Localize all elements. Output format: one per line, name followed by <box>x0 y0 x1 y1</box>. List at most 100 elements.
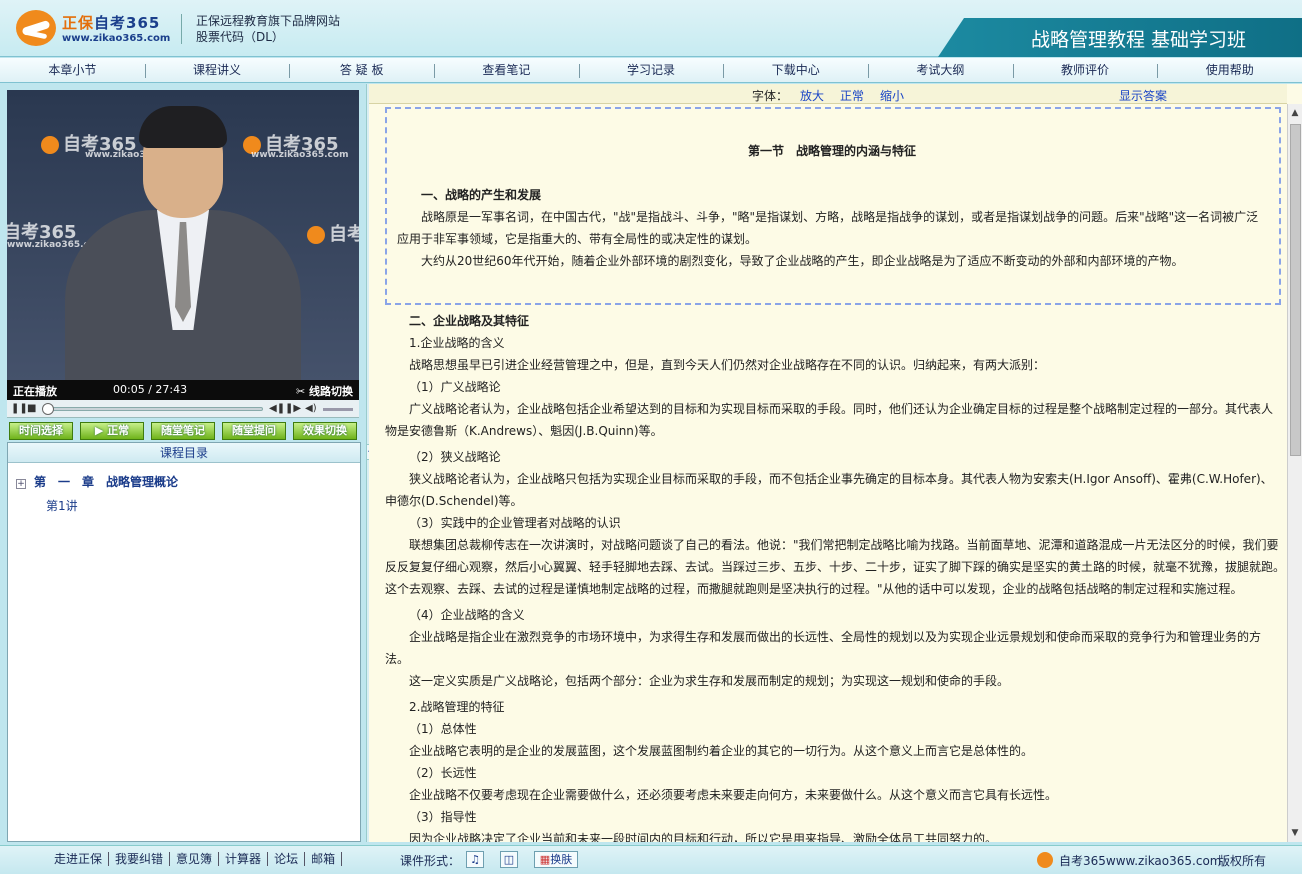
paragraph: 战略思想虽早已引进企业经营管理之中，但是，直到今天人们仍然对企业战略存在不同的认… <box>409 358 1046 372</box>
expand-icon[interactable]: + <box>16 479 26 489</box>
site-url[interactable]: 自考365www.zikao365.com <box>1059 852 1221 869</box>
layout-mode-icon[interactable]: ◫ <box>500 851 518 868</box>
left-panel: 自考365 自考365 自考365 自考365 www.zikao365.com… <box>7 90 361 842</box>
heading-1: 一、战略的产生和发展 <box>421 188 542 202</box>
seek-bar[interactable] <box>45 407 263 411</box>
font-label: 字体： <box>752 89 789 103</box>
font-shrink-link[interactable]: 缩小 <box>880 87 904 104</box>
switch-line-button[interactable]: ✂ 线路切换 <box>296 383 353 399</box>
main-nav: 本章小节 课程讲义 答 疑 板 查看笔记 学习记录 下载中心 考试大纲 教师评价… <box>0 58 1302 83</box>
scroll-thumb[interactable] <box>1290 124 1301 456</box>
paragraph: 法。 <box>385 652 410 666</box>
footer-link-mail[interactable]: 邮箱 <box>304 852 343 866</box>
paragraph: 因为企业战略决定了企业当前和未来一段时间内的目标和行动，所以它是用来指导、激励全… <box>409 832 998 842</box>
paragraph: 大约从20世纪60年代开始，随着企业外部环境的剧烈变化，导致了企业战略的产生，即… <box>421 254 1184 268</box>
show-answer-link[interactable]: 显示答案 <box>1119 87 1167 104</box>
footer: 走进正保 我要纠错 意见簿 计算器 论坛 邮箱 课件形式： ♫ ◫ ▦换肤 自考… <box>0 845 1302 874</box>
video-watermark-url: www.zikao365.com <box>251 150 349 160</box>
section-title: 第一节 战略管理的内涵与特征 <box>748 144 917 158</box>
presenter-hair <box>139 106 227 148</box>
font-normal-link[interactable]: 正常 <box>840 87 864 104</box>
footer-link-feedback[interactable]: 意见簿 <box>169 852 218 866</box>
rewind-icon[interactable]: ◀❚ <box>269 403 285 414</box>
nav-lecture-notes[interactable]: 课程讲义 <box>144 58 290 82</box>
nav-download-center[interactable]: 下载中心 <box>723 58 868 82</box>
paragraph: 企业战略它表明的是企业的发展蓝图，这个发展蓝图制约着企业的其它的一切行为。从这个… <box>409 744 1034 758</box>
pause-icon[interactable]: ❚❚ <box>11 403 28 414</box>
copyright: 版权所有 <box>1218 854 1267 868</box>
player-buttons: 时间选择 ▶ 正常 随堂笔记 随堂提问 效果切换 <box>7 420 359 442</box>
video-watermark: 自考365 <box>307 220 359 246</box>
footer-link-report-error[interactable]: 我要纠错 <box>108 852 169 866</box>
effect-switch-button[interactable]: 效果切换 <box>293 422 357 440</box>
subheading: 2.战略管理的特征 <box>409 700 505 714</box>
course-title: 战略管理教程 基础学习班 <box>1030 29 1246 51</box>
lecture-content: 字体： 放大 正常 缩小 显示答案 第一节 战略管理的内涵与特征 一、战略的产生… <box>369 84 1302 842</box>
class-notes-button[interactable]: 随堂笔记 <box>151 422 215 440</box>
nav-qa-board[interactable]: 答 疑 板 <box>289 58 434 82</box>
playback-status: 正在播放 <box>13 385 57 398</box>
forward-icon[interactable]: ❚▶ <box>285 403 301 414</box>
paragraph: 这一定义实质是广义战略论，包括两个部分：企业为求生存和发展而制定的规划；为实现这… <box>409 674 1010 688</box>
subheading: （3）实践中的企业管理者对战略的认识 <box>409 516 621 530</box>
change-skin-button[interactable]: ▦换肤 <box>534 851 578 868</box>
time-select-button[interactable]: 时间选择 <box>9 422 73 440</box>
watermark-logo-icon <box>307 226 325 244</box>
footer-link-about[interactable]: 走进正保 <box>54 852 108 866</box>
courseware-form-label: 课件形式： <box>400 854 461 868</box>
playback-time: 00:05 / 27:43 <box>113 383 188 396</box>
content-scrollbar[interactable]: ▲ ▼ <box>1287 104 1302 842</box>
video-controls: ❚❚ ■ ◀❚ ❚▶ ◀) <box>7 400 359 418</box>
normal-speed-button[interactable]: ▶ 正常 <box>80 422 144 440</box>
logo-icon <box>16 10 56 46</box>
subheading: （4）企业战略的含义 <box>409 608 525 622</box>
video-status-bar: 正在播放 00:05 / 27:43 ✂ 线路切换 <box>7 380 359 400</box>
paragraph: 企业战略是指企业在激烈竞争的市场环境中，为求得生存和发展而做出的长远性、全局性的… <box>409 630 1262 644</box>
paragraph: 狭义战略论者认为，企业战略只包括为实现企业目标而采取的手段，而不包括企业事先确定… <box>409 472 1273 486</box>
scroll-up-icon[interactable]: ▲ <box>1290 106 1300 120</box>
footer-links: 走进正保 我要纠错 意见簿 计算器 论坛 邮箱 <box>54 852 343 866</box>
lecture-item[interactable]: 第1讲 <box>46 497 78 514</box>
paragraph: 申德尔(D.Schendel)等。 <box>385 494 523 508</box>
subheading: （2）长远性 <box>409 766 477 780</box>
nav-help[interactable]: 使用帮助 <box>1157 58 1302 82</box>
nav-chapter-summary[interactable]: 本章小节 <box>0 58 145 82</box>
logo-text: 正保自考365 <box>62 14 161 32</box>
catalog-title: 课程目录 <box>8 443 360 463</box>
header-divider <box>181 14 182 44</box>
watermark-logo-icon <box>41 136 59 154</box>
paragraph: 物是安德鲁斯（K.Andrews）、魁因(J.B.Quinn)等。 <box>385 424 663 438</box>
paragraph: 应用于非军事领域，它是指重大的、带有全局性的或决定性的谋划。 <box>397 232 758 246</box>
video-player[interactable]: 自考365 自考365 自考365 自考365 www.zikao365.com… <box>7 90 359 380</box>
heading-2: 二、企业战略及其特征 <box>409 314 530 328</box>
stock-code: 股票代码（DL） <box>196 30 284 44</box>
subheading: （2）狭义战略论 <box>409 450 501 464</box>
site-logo-icon <box>1037 852 1053 868</box>
lecture-text: 第一节 战略管理的内涵与特征 一、战略的产生和发展 战略原是一军事名词，在中国古… <box>369 104 1287 842</box>
nav-study-records[interactable]: 学习记录 <box>578 58 724 82</box>
volume-slider[interactable] <box>323 408 353 411</box>
audio-mode-icon[interactable]: ♫ <box>466 851 484 868</box>
chapter-item[interactable]: + 第 一 章 战略管理概论 <box>16 473 178 490</box>
font-toolbar: 字体： 放大 正常 缩小 显示答案 <box>369 84 1287 104</box>
nav-teacher-review[interactable]: 教师评价 <box>1012 58 1158 82</box>
subheading: （3）指导性 <box>409 810 477 824</box>
paragraph: 反反复复仔细心观察，然后小心翼翼、轻手轻脚地去踩、去试。当踩过三步、五步、十步、… <box>385 560 1286 574</box>
nav-view-notes[interactable]: 查看笔记 <box>434 58 579 82</box>
volume-icon[interactable]: ◀) <box>305 403 317 414</box>
subheading: 1.企业战略的含义 <box>409 336 505 350</box>
nav-exam-outline[interactable]: 考试大纲 <box>868 58 1013 82</box>
seek-handle[interactable] <box>41 403 54 415</box>
paragraph: 联想集团总裁柳传志在一次讲演时，对战略问题谈了自己的看法。他说："我们常把制定战… <box>409 538 1279 552</box>
footer-link-forum[interactable]: 论坛 <box>267 852 304 866</box>
font-enlarge-link[interactable]: 放大 <box>800 87 824 104</box>
course-catalog: 课程目录 + 第 一 章 战略管理概论 第1讲 <box>7 442 361 842</box>
footer-link-calculator[interactable]: 计算器 <box>218 852 267 866</box>
class-question-button[interactable]: 随堂提问 <box>222 422 286 440</box>
paragraph: 这个去观察、去踩、去试的过程是谨慎地制定战略的过程，而撒腿就跑则是坚决执行的过程… <box>385 582 1243 596</box>
brand-tagline: 正保远程教育旗下品牌网站 <box>196 14 341 28</box>
paragraph: 战略原是一军事名词，在中国古代，"战"是指战斗、斗争，"略"是指谋划、方略，战略… <box>421 210 1259 224</box>
stop-icon[interactable]: ■ <box>27 403 36 414</box>
scroll-down-icon[interactable]: ▼ <box>1290 826 1300 840</box>
logo-url: www.zikao365.com <box>62 33 171 44</box>
